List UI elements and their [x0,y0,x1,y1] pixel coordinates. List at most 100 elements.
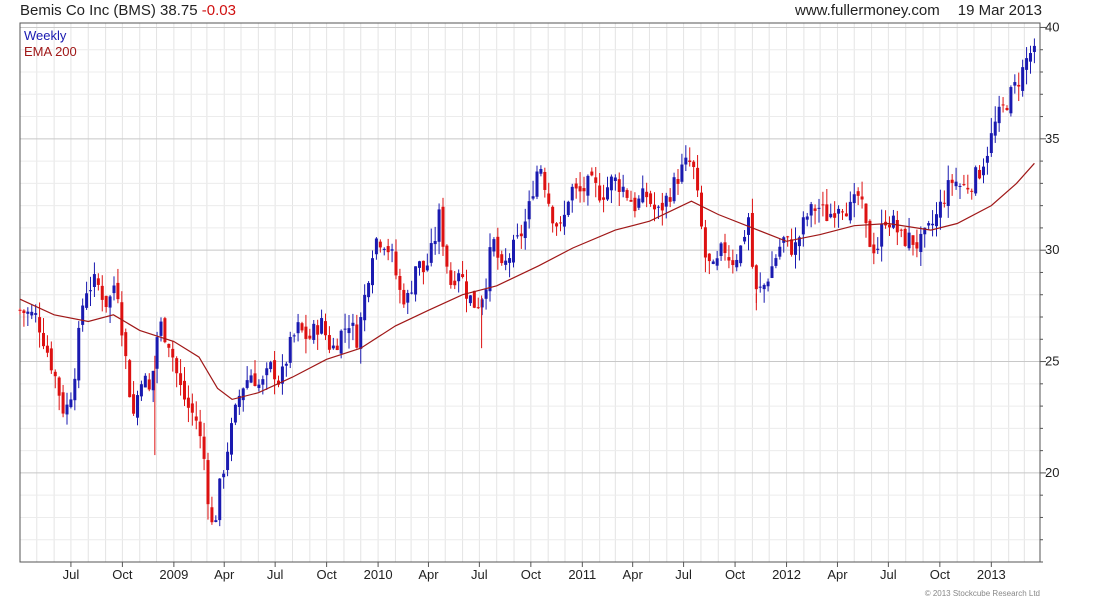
candle-body [852,194,856,204]
candle-body [139,384,143,397]
candle-body [978,169,982,179]
candle-up [515,223,519,239]
candle-down [652,192,656,222]
candle-body [1009,87,1013,114]
candle-body [69,399,73,408]
candle-body [190,403,194,413]
candle-body [128,360,132,398]
candle-body [406,292,410,303]
x-tick-label: Oct [930,567,951,582]
candle-body [402,289,406,305]
candle-down [327,326,331,354]
candle-body [194,416,198,421]
candle-body [801,217,805,235]
candle-body [386,246,390,253]
candle-body [468,295,472,304]
candle-up [347,315,351,349]
candle-body [410,292,414,294]
candle-body [45,345,49,353]
candle-down [942,190,946,208]
candle-body [421,260,425,273]
candle-body [950,179,954,183]
candle-up [974,165,978,196]
candle-body [378,241,382,248]
candle-down [41,318,45,350]
x-tick-label: Jul [471,567,488,582]
candle-up [743,230,747,245]
candle-body [104,295,108,308]
candle-up [492,237,496,257]
candle-down [978,165,982,180]
candle-body [876,248,880,250]
candle-up [77,321,81,389]
candle-body [390,249,394,251]
candle-body [613,177,617,182]
candle-body [22,310,26,314]
candle-body [226,451,230,471]
candle-up [762,283,766,303]
candle-body [891,215,895,228]
candle-down [57,376,61,411]
x-tick-label: 2012 [772,567,801,582]
candle-body [829,213,833,218]
candle-down [578,172,582,203]
candle-up [997,95,1001,132]
candle-body [586,175,590,196]
candle-body [296,322,300,334]
candle-up [69,392,73,409]
candle-body [660,202,664,211]
candle-body [335,345,339,351]
candle-body [53,371,57,377]
candle-up [735,254,739,272]
candle-down [179,359,183,396]
candle-down [688,147,692,167]
candle-body [539,169,543,174]
candle-down [543,167,547,198]
candle-body [96,278,100,285]
candle-down [825,188,829,222]
candle-body [304,326,308,339]
candle-up [539,165,543,177]
candle-body [954,181,958,187]
candle-up [406,289,410,315]
candlestick-chart: 20 25 30 35 40 Jul Oct 2009 Apr Jul Oct 2010 Apr Jul O… [18,19,1059,582]
candle-body [116,282,120,300]
candle-body [566,201,570,216]
candle-body [284,363,288,366]
candle-body [339,330,343,354]
candle-body [715,258,719,266]
candle-body [57,377,61,396]
candle-down [194,401,198,430]
candle-up [919,226,923,266]
candle-body [989,133,993,154]
candle-body [895,219,899,233]
candle-body [132,394,136,414]
candle-down [124,328,128,370]
candle-body [837,208,841,214]
candle-body [374,238,378,255]
candle-up [88,276,92,307]
candle-up [931,210,935,237]
candle-down [147,373,151,392]
candle-body [1028,53,1032,62]
x-tick-label: Apr [214,567,235,582]
candle-body [496,236,500,258]
candle-down [441,197,445,256]
candle-up [218,478,222,527]
candle-down [790,228,794,257]
candle-body [864,203,868,224]
candle-up [852,183,856,218]
candle-down [617,172,621,207]
candle-body [543,171,547,190]
candle-down [398,268,402,304]
candle-body [766,281,770,287]
candle-up [284,361,288,377]
candle-down [519,224,523,249]
candle-body [574,183,578,189]
candle-body [433,241,437,245]
candle-body [500,254,504,264]
candle-body [981,166,985,176]
candle-down [723,233,727,261]
candle-down [625,188,629,201]
candle-down [202,422,206,471]
